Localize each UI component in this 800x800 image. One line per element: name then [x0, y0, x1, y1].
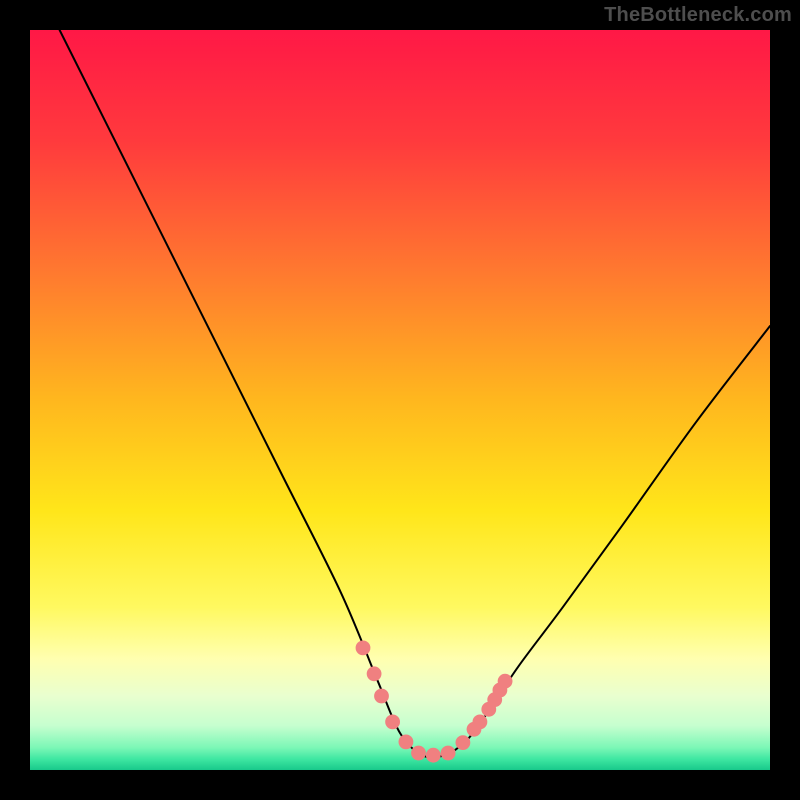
marker-point: [441, 746, 456, 761]
gradient-background: [30, 30, 770, 770]
plot-area: [30, 30, 770, 770]
marker-point: [367, 666, 382, 681]
plot-svg: [30, 30, 770, 770]
marker-point: [356, 641, 371, 656]
marker-point: [456, 735, 471, 750]
marker-point: [411, 746, 426, 761]
marker-point: [426, 748, 441, 763]
marker-point: [374, 689, 389, 704]
marker-point: [473, 715, 488, 730]
attribution-label: TheBottleneck.com: [604, 4, 792, 27]
marker-point: [498, 674, 513, 689]
chart-frame: TheBottleneck.com: [0, 0, 800, 800]
marker-point: [385, 715, 400, 730]
marker-point: [399, 734, 414, 749]
